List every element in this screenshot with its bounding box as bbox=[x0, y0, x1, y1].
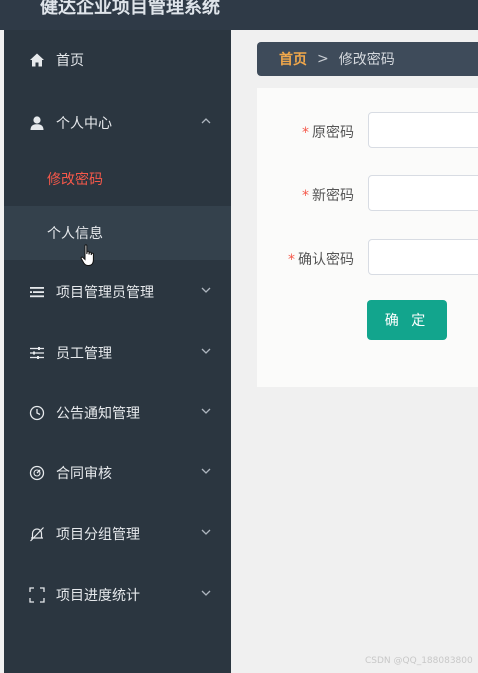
old-password-label: * 原密码 bbox=[302, 125, 354, 141]
chevron-down-icon bbox=[201, 408, 211, 414]
sidebar-item-project-admin[interactable]: 项目管理员管理 bbox=[4, 264, 231, 320]
sidebar-subitem-change-password[interactable]: 修改密码 bbox=[4, 152, 231, 206]
sidebar-nav: 首页 个人中心 修改密码 个人信息 项目管理员管理 员工管理 公告通知管理 合同… bbox=[4, 30, 231, 673]
sidebar-item-personal-center[interactable]: 个人中心 bbox=[4, 95, 231, 151]
new-password-label: * 新密码 bbox=[302, 188, 354, 204]
list-icon bbox=[28, 283, 46, 301]
sidebar-item-label: 合同审核 bbox=[56, 466, 112, 482]
home-icon bbox=[28, 51, 46, 69]
sidebar-item-contract-review[interactable]: 合同审核 bbox=[4, 445, 231, 501]
chevron-down-icon bbox=[201, 348, 211, 354]
user-icon bbox=[28, 114, 46, 132]
sidebar-item-label: 项目分组管理 bbox=[56, 527, 140, 543]
confirm-button[interactable]: 确 定 bbox=[367, 300, 447, 340]
sidebar-item-announcements[interactable]: 公告通知管理 bbox=[4, 385, 231, 441]
pointer-cursor-icon bbox=[80, 244, 94, 266]
breadcrumb-home-link[interactable]: 首页 bbox=[279, 49, 307, 69]
chevron-down-icon bbox=[201, 468, 211, 474]
breadcrumb: 首页 > 修改密码 bbox=[257, 42, 478, 76]
required-mark: * bbox=[302, 125, 309, 141]
sidebar-item-label: 公告通知管理 bbox=[56, 406, 140, 422]
new-password-input[interactable] bbox=[368, 175, 478, 211]
breadcrumb-current: 修改密码 bbox=[338, 52, 395, 68]
top-header: 健达企业项目管理系统 bbox=[0, 0, 478, 30]
sidebar-item-project-progress[interactable]: 项目进度统计 bbox=[4, 567, 231, 623]
sidebar-item-label: 项目进度统计 bbox=[56, 588, 140, 604]
sidebar-item-project-groups[interactable]: 项目分组管理 bbox=[4, 506, 231, 562]
sidebar-subitem-label: 个人信息 bbox=[47, 226, 103, 242]
sidebar-subitem-personal-info[interactable]: 个人信息 bbox=[4, 206, 231, 260]
fullscreen-icon bbox=[28, 586, 46, 604]
chevron-up-icon bbox=[201, 118, 211, 124]
chevron-down-icon bbox=[201, 590, 211, 596]
gauge-icon bbox=[28, 464, 46, 482]
watermark: CSDN @QQ_188083800 bbox=[365, 656, 473, 666]
required-mark: * bbox=[302, 188, 309, 204]
sidebar-subitem-label: 修改密码 bbox=[47, 172, 103, 188]
chevron-down-icon bbox=[201, 529, 211, 535]
sidebar-item-home[interactable]: 首页 bbox=[4, 32, 231, 88]
bell-off-icon bbox=[28, 525, 46, 543]
breadcrumb-separator: > bbox=[317, 51, 329, 67]
sidebar-item-label: 首页 bbox=[56, 53, 84, 69]
sidebar-item-label: 员工管理 bbox=[56, 346, 112, 362]
sliders-icon bbox=[28, 344, 46, 362]
chevron-down-icon bbox=[201, 287, 211, 293]
old-password-input[interactable] bbox=[368, 112, 478, 148]
sidebar-item-label: 个人中心 bbox=[56, 116, 112, 132]
sidebar-item-staff[interactable]: 员工管理 bbox=[4, 325, 231, 381]
required-mark: * bbox=[288, 252, 295, 268]
app-title: 健达企业项目管理系统 bbox=[40, 0, 220, 18]
confirm-password-input[interactable] bbox=[368, 239, 478, 275]
confirm-password-label: * 确认密码 bbox=[288, 252, 354, 268]
clock-icon bbox=[28, 404, 46, 422]
sidebar-item-label: 项目管理员管理 bbox=[56, 285, 154, 301]
